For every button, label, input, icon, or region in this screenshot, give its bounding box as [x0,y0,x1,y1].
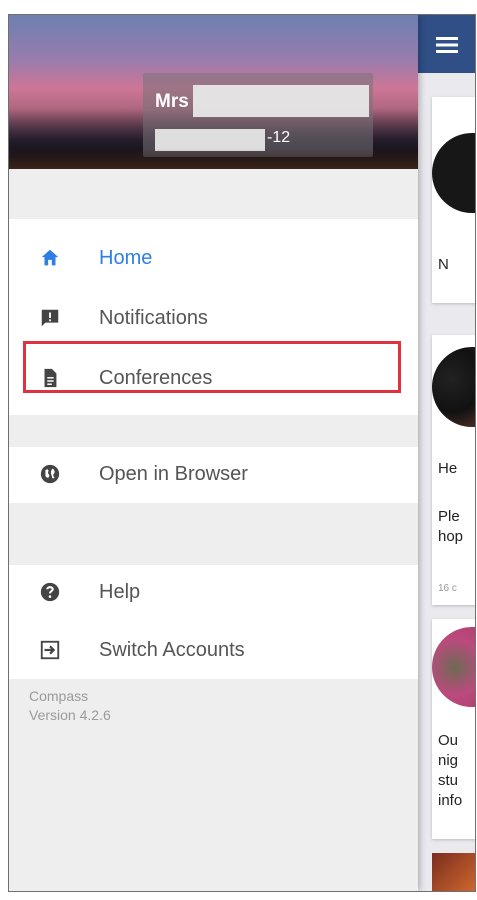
home-icon [41,249,59,266]
feed-snippet: N [438,256,449,273]
background-feed: N He Ple hop 16 c Ou nig stu info [418,15,475,891]
menu-item-label: Open in Browser [99,463,248,485]
menu-item-switch-accounts[interactable]: Switch Accounts [9,623,418,679]
timestamp: 16 c [438,583,457,594]
navigation-drawer: Mrs -12 Home Notifications Conferences O… [9,15,418,891]
menu-section-browser: Open in Browser [9,447,418,503]
menu-item-label: Notifications [99,307,208,329]
notification-alert-icon [41,309,59,327]
help-circle-icon [40,582,60,602]
user-card[interactable]: Mrs -12 [143,73,373,157]
app-bar [418,15,475,73]
redacted-id [155,129,265,151]
menu-icon[interactable] [436,37,458,53]
switch-account-icon [40,640,60,660]
menu-item-open-in-browser[interactable]: Open in Browser [9,447,418,503]
menu-item-label: Help [99,581,141,603]
screen-frame: N He Ple hop 16 c Ou nig stu info Mrs -12 [8,14,476,892]
menu-section-account: Help Switch Accounts [9,565,418,679]
app-name: Compass [29,688,89,704]
feed-snippet: Ou nig stu info [438,732,463,809]
avatar [432,853,475,891]
menu-item-notifications[interactable]: Notifications [9,291,418,347]
menu-item-help[interactable]: Help [9,565,418,621]
redacted-name [193,85,369,117]
app-version: Version 4.2.6 [29,707,111,723]
user-name: Mrs [155,91,189,112]
feed-snippet: He [438,460,458,477]
feed-snippet: Ple hop [438,508,464,545]
menu-item-label: Home [99,247,153,269]
user-id-suffix: -12 [267,129,291,146]
menu-item-label: Switch Accounts [99,639,245,661]
drawer-header: Mrs -12 [9,15,418,169]
globe-icon [40,464,60,484]
app-version-info: Compass Version 4.2.6 [29,687,111,725]
conferences-highlight-box [23,341,401,393]
menu-item-home[interactable]: Home [9,231,418,287]
